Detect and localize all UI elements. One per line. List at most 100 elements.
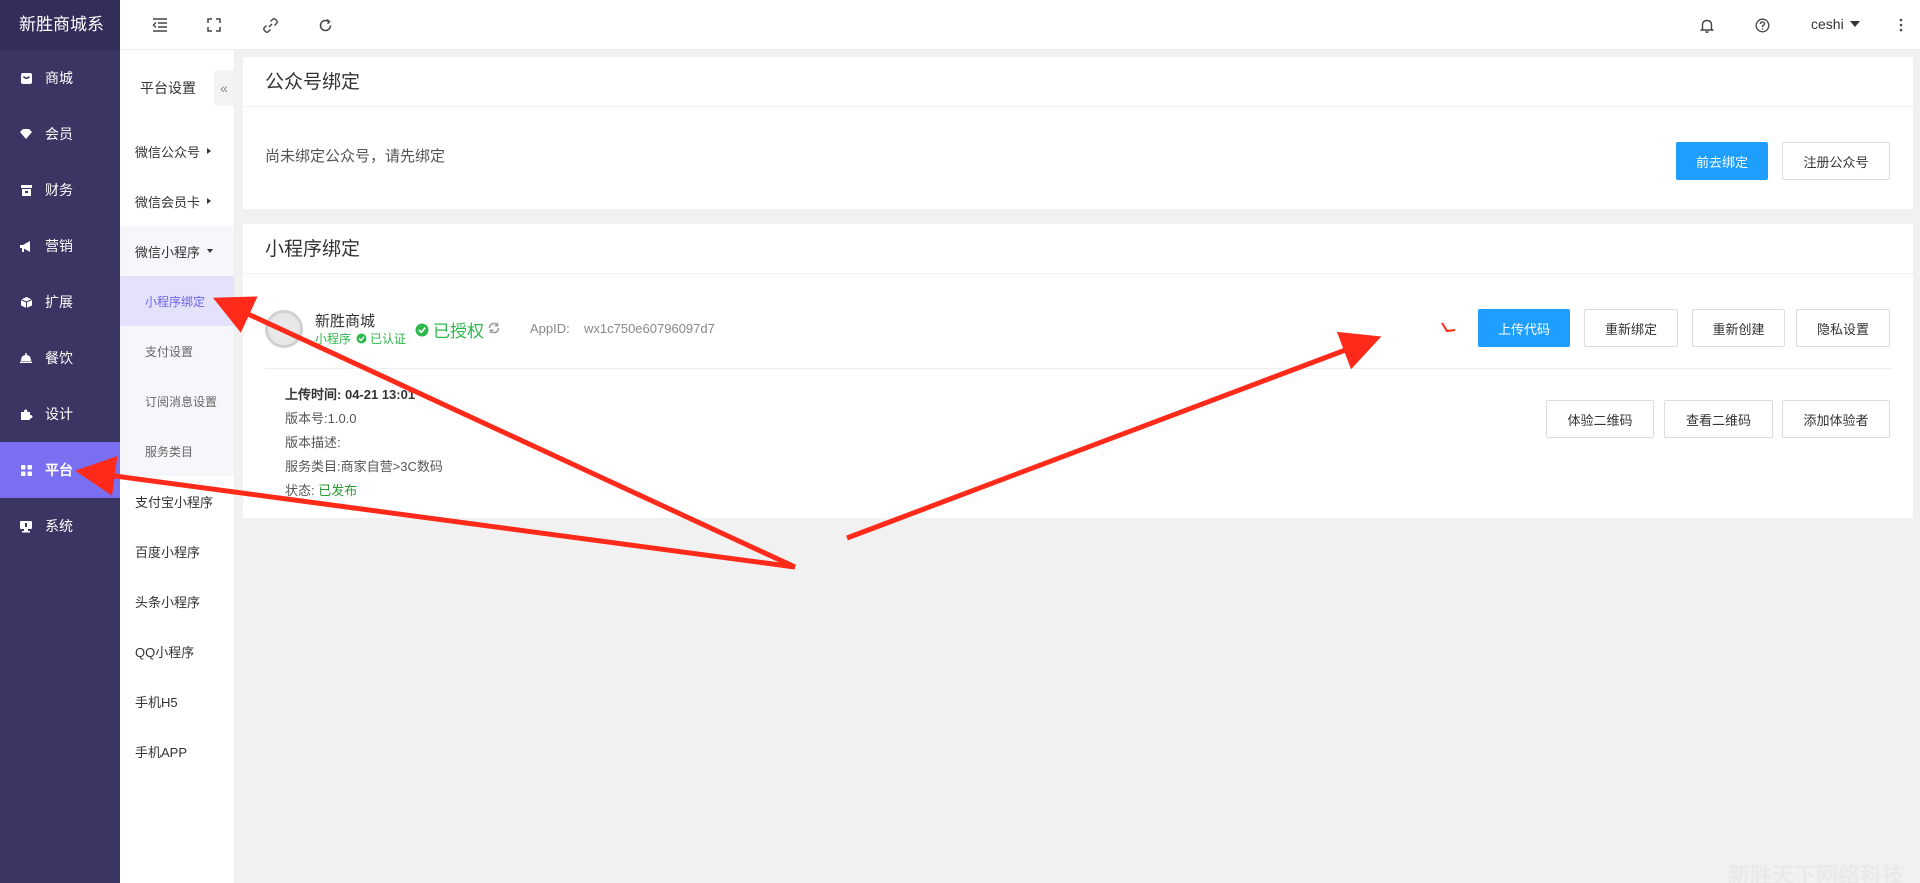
rebind-button[interactable]: 重新绑定 xyxy=(1584,309,1678,347)
monitor-icon xyxy=(19,519,33,533)
verified-text: 已认证 xyxy=(370,332,407,346)
more-vertical-icon[interactable] xyxy=(1891,15,1911,35)
card-title: 小程序绑定 xyxy=(243,224,1913,274)
subnav-group-toutiao[interactable]: 头条小程序 xyxy=(120,576,234,626)
main-sidebar: 新胜商城系 商城 会员 财务 营销 扩展 餐饮 设计 平台 系统 xyxy=(0,0,120,883)
trial-qrcode-button[interactable]: 体验二维码 xyxy=(1546,400,1654,438)
appid-label: AppID: xyxy=(530,321,570,336)
divider xyxy=(265,368,1891,369)
subnav-group-qq[interactable]: QQ小程序 xyxy=(120,626,234,676)
sidebar-item-label: 商城 xyxy=(45,70,73,86)
username: ceshi xyxy=(1811,16,1844,32)
category-line: 服务类目:商家自营>3C数码 xyxy=(285,456,443,475)
sidebar-item-marketing[interactable]: 营销 xyxy=(0,218,120,274)
member-diamond-icon xyxy=(19,127,33,141)
subnav-title-text: 平台设置 xyxy=(140,80,196,96)
status-label: 状态: xyxy=(285,483,315,498)
subnav-group-wechat-card[interactable]: 微信会员卡 xyxy=(120,176,234,226)
fullscreen-icon[interactable] xyxy=(204,15,224,35)
sidebar-item-extend[interactable]: 扩展 xyxy=(0,274,120,330)
version-value: 1.0.0 xyxy=(327,411,357,426)
sidebar-item-label: 财务 xyxy=(45,182,73,198)
mini-program-card: 小程序绑定 新胜商城 小程序 已认证 已授权 AppID: wx1c750e60… xyxy=(243,224,1913,518)
authorized-text: 已授权 xyxy=(433,322,484,341)
app-logo xyxy=(265,310,303,348)
top-header: ceshi xyxy=(120,0,1920,50)
status-value: 已发布 xyxy=(318,483,358,498)
caret-down-icon xyxy=(207,249,214,253)
sidebar-item-label: 营销 xyxy=(45,238,73,254)
double-chevron-left-icon: « xyxy=(220,80,228,96)
subnav-item-service-category[interactable]: 服务类目 xyxy=(120,426,234,476)
collapse-subnav-button[interactable]: « xyxy=(214,70,234,106)
upload-time-line: 上传时间: 04-21 13:01 xyxy=(285,384,415,403)
add-tester-button[interactable]: 添加体验者 xyxy=(1782,400,1890,438)
subnav-title: 平台设置 « xyxy=(120,50,234,126)
chevron-down-icon xyxy=(1849,21,1860,27)
sidebar-item-platform[interactable]: 平台 xyxy=(0,442,120,498)
check-circle-icon xyxy=(415,323,429,336)
caret-right-icon xyxy=(207,148,212,154)
sidebar-item-label: 扩展 xyxy=(45,294,73,310)
refresh-auth-icon[interactable] xyxy=(486,320,502,336)
shop-bag-icon xyxy=(19,71,33,85)
help-icon[interactable] xyxy=(1752,15,1772,35)
subnav-group-app[interactable]: 手机APP xyxy=(120,726,234,776)
subnav-item-subscribe-msg[interactable]: 订阅消息设置 xyxy=(120,376,234,426)
subnav-group-label: 微信会员卡 xyxy=(135,194,201,210)
watermark: 新胜天下网络科技 xyxy=(1728,863,1905,883)
food-cloche-icon xyxy=(19,351,33,365)
official-account-card: 公众号绑定 尚未绑定公众号，请先绑定 前去绑定 注册公众号 xyxy=(243,57,1913,209)
status-line: 状态: 已发布 xyxy=(285,480,357,499)
sidebar-item-label: 会员 xyxy=(45,126,73,142)
subnav-group-wechat-mini[interactable]: 微信小程序 xyxy=(120,226,234,276)
sidebar-item-system[interactable]: 系统 xyxy=(0,498,120,554)
link-icon[interactable] xyxy=(260,15,280,35)
brand-title[interactable]: 新胜商城系 xyxy=(0,0,120,50)
upload-time-value: 04-21 13:01 xyxy=(344,387,416,402)
sidebar-item-design[interactable]: 设计 xyxy=(0,386,120,442)
sidebar-item-label: 平台 xyxy=(45,462,73,478)
platform-subnav: 平台设置 « 微信公众号 微信会员卡 微信小程序 小程序绑定 支付设置 订阅消息… xyxy=(120,50,235,883)
refresh-icon[interactable] xyxy=(315,15,335,35)
bell-icon[interactable] xyxy=(1697,15,1717,35)
unbound-message: 尚未绑定公众号，请先绑定 xyxy=(265,148,446,165)
app-type-label: 小程序 xyxy=(315,332,352,346)
check-circle-icon xyxy=(356,333,367,344)
upload-time-label: 上传时间: xyxy=(285,387,342,402)
sidebar-item-finance[interactable]: 财务 xyxy=(0,162,120,218)
description-line: 版本描述: xyxy=(285,432,341,451)
sidebar-item-catering[interactable]: 餐饮 xyxy=(0,330,120,386)
category-value: 商家自营>3C数码 xyxy=(340,459,443,474)
register-account-button[interactable]: 注册公众号 xyxy=(1782,142,1890,180)
user-menu[interactable]: ceshi xyxy=(1811,16,1860,32)
subnav-group-label: 微信小程序 xyxy=(135,244,201,260)
app-name: 新胜商城 xyxy=(315,313,376,330)
subnav-group-h5[interactable]: 手机H5 xyxy=(120,676,234,726)
subnav-item-payment[interactable]: 支付设置 xyxy=(120,326,234,376)
description-label: 版本描述: xyxy=(285,435,341,450)
sidebar-item-member[interactable]: 会员 xyxy=(0,106,120,162)
category-label: 服务类目: xyxy=(285,459,341,474)
subnav-group-wechat-oa[interactable]: 微信公众号 xyxy=(120,126,234,176)
menu-fold-icon[interactable] xyxy=(150,15,170,35)
upload-code-button[interactable]: 上传代码 xyxy=(1478,309,1570,347)
authorized-status: 已授权 xyxy=(415,317,484,342)
privacy-settings-button[interactable]: 隐私设置 xyxy=(1796,309,1890,347)
grid-icon xyxy=(19,463,33,477)
sidebar-item-label: 餐饮 xyxy=(45,350,73,366)
recreate-button[interactable]: 重新创建 xyxy=(1692,309,1785,347)
subnav-group-baidu[interactable]: 百度小程序 xyxy=(120,526,234,576)
subnav-group-alipay[interactable]: 支付宝小程序 xyxy=(120,476,234,526)
go-bind-button[interactable]: 前去绑定 xyxy=(1676,142,1768,180)
finance-icon xyxy=(19,183,33,197)
view-qrcode-button[interactable]: 查看二维码 xyxy=(1664,400,1773,438)
subnav-item-mini-binding[interactable]: 小程序绑定 xyxy=(120,276,234,326)
sidebar-item-label: 设计 xyxy=(45,406,73,422)
megaphone-icon xyxy=(19,239,33,253)
version-line: 版本号:1.0.0 xyxy=(285,408,357,427)
caret-right-icon xyxy=(207,198,212,204)
sidebar-item-shop[interactable]: 商城 xyxy=(0,50,120,106)
cube-icon xyxy=(19,295,33,309)
version-label: 版本号: xyxy=(285,411,328,426)
